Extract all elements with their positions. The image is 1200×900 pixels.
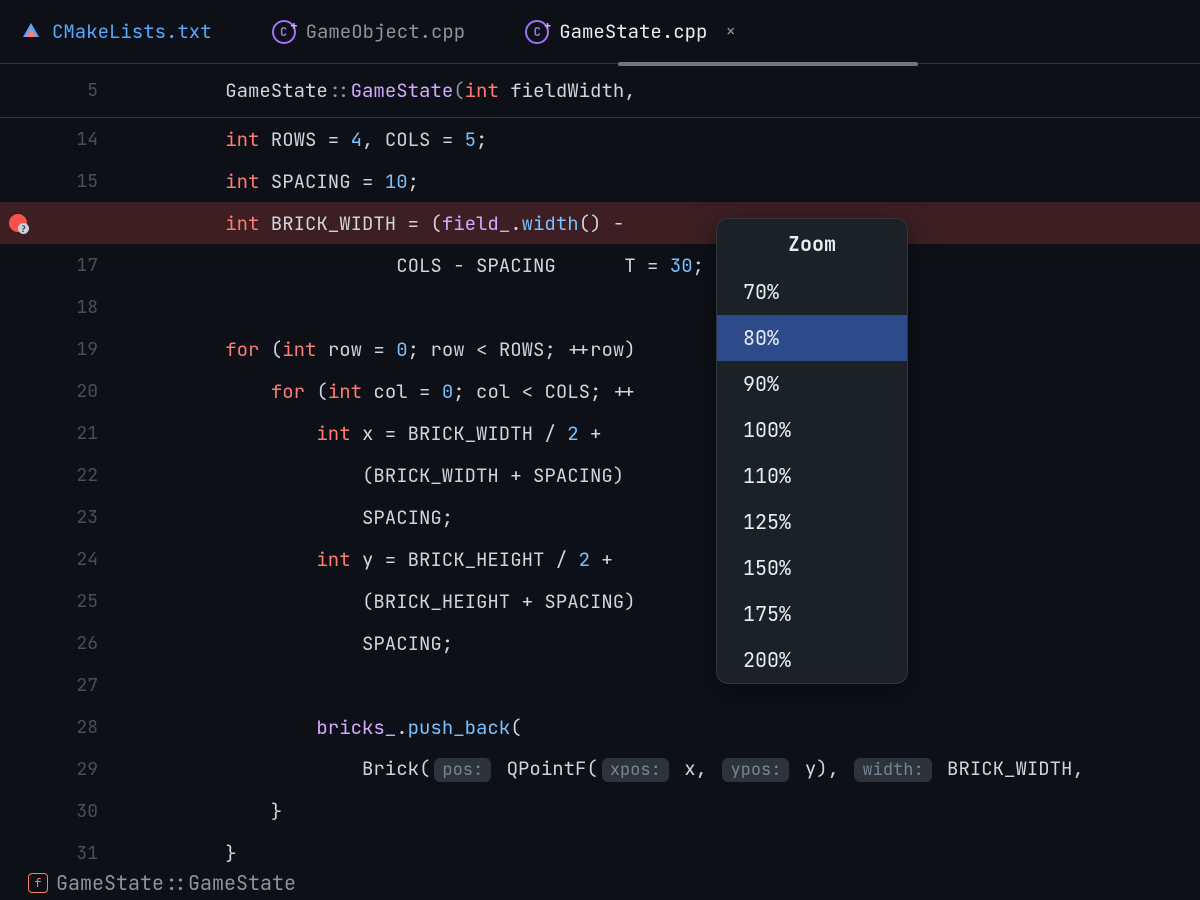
zoom-title: Zoom bbox=[717, 219, 907, 269]
code-line[interactable]: 15 int SPACING = 10; bbox=[0, 160, 1200, 202]
code-line[interactable]: 29 Brick(pos: QPointF(xpos: x, ypos: y),… bbox=[0, 748, 1200, 790]
code-text: Brick(pos: QPointF(xpos: x, ypos: y), wi… bbox=[116, 756, 1084, 782]
code-line[interactable]: 28 bricks_.push_back( bbox=[0, 706, 1200, 748]
inlay-hint: ypos: bbox=[722, 758, 789, 782]
line-number: 21 bbox=[36, 422, 116, 445]
code-text: } bbox=[116, 799, 282, 824]
zoom-option[interactable]: 110% bbox=[717, 453, 907, 499]
inlay-hint: pos: bbox=[434, 758, 491, 782]
code-line[interactable]: 20 for (int col = 0; col < COLS; ++ bbox=[0, 370, 1200, 412]
cpp-icon: C bbox=[525, 20, 549, 44]
line-number: 20 bbox=[36, 380, 116, 403]
line-number: 17 bbox=[36, 254, 116, 277]
line-number: 28 bbox=[36, 716, 116, 739]
line-number: 23 bbox=[36, 506, 116, 529]
zoom-option[interactable]: 80% bbox=[717, 315, 907, 361]
code-text: SPACING; bbox=[116, 505, 453, 530]
code-text: int SPACING = 10; bbox=[116, 169, 419, 194]
active-tab-indicator bbox=[618, 62, 918, 66]
breakpoint-icon[interactable] bbox=[9, 214, 27, 232]
breadcrumb-text: GameState::GameState bbox=[56, 870, 296, 896]
code-line[interactable]: 26 SPACING; bbox=[0, 622, 1200, 664]
line-number: 15 bbox=[36, 170, 116, 193]
code-line[interactable]: 30 } bbox=[0, 790, 1200, 832]
line-number: 29 bbox=[36, 758, 116, 781]
inlay-hint: width: bbox=[854, 758, 931, 782]
line-number: 30 bbox=[36, 800, 116, 823]
tab-label: GameState.cpp bbox=[559, 19, 707, 44]
zoom-option[interactable]: 125% bbox=[717, 499, 907, 545]
tab-label: CMakeLists.txt bbox=[52, 19, 212, 44]
line-number: 5 bbox=[36, 79, 116, 102]
zoom-option[interactable]: 175% bbox=[717, 591, 907, 637]
line-number: 22 bbox=[36, 464, 116, 487]
code-line[interactable]: 18 bbox=[0, 286, 1200, 328]
line-number: 14 bbox=[36, 128, 116, 151]
zoom-option[interactable]: 200% bbox=[717, 637, 907, 683]
code-line[interactable]: 21 int x = BRICK_WIDTH / 2 + bbox=[0, 412, 1200, 454]
close-icon[interactable]: × bbox=[725, 20, 736, 43]
code-line[interactable]: int BRICK_WIDTH = (field_.width() - bbox=[0, 202, 1200, 244]
line-number: 18 bbox=[36, 296, 116, 319]
zoom-option[interactable]: 90% bbox=[717, 361, 907, 407]
function-icon: f bbox=[28, 873, 48, 893]
code-text: for (int row = 0; row < ROWS; ++row) bbox=[116, 337, 636, 362]
sticky-scroll-header[interactable]: 5 GameState::GameState(int fieldWidth, bbox=[0, 64, 1200, 118]
code-line[interactable]: 25 (BRICK_HEIGHT + SPACING) bbox=[0, 580, 1200, 622]
code-text: int ROWS = 4, COLS = 5; bbox=[116, 127, 487, 152]
zoom-option[interactable]: 100% bbox=[717, 407, 907, 453]
code-text: int BRICK_WIDTH = (field_.width() - bbox=[116, 211, 624, 236]
line-number: 31 bbox=[36, 842, 116, 865]
zoom-option[interactable]: 70% bbox=[717, 269, 907, 315]
cmake-icon bbox=[20, 21, 42, 43]
line-number: 24 bbox=[36, 548, 116, 571]
code-text: (BRICK_WIDTH + SPACING) bbox=[116, 463, 624, 488]
code-line[interactable]: 19 for (int row = 0; row < ROWS; ++row) bbox=[0, 328, 1200, 370]
code-text: int x = BRICK_WIDTH / 2 + bbox=[116, 421, 601, 446]
tab-label: GameObject.cpp bbox=[306, 19, 466, 44]
code-line[interactable]: 23 SPACING; bbox=[0, 496, 1200, 538]
code-text: GameState::GameState(int fieldWidth, bbox=[116, 53, 636, 128]
code-line[interactable]: 24 int y = BRICK_HEIGHT / 2 + bbox=[0, 538, 1200, 580]
code-editor[interactable]: 5 GameState::GameState(int fieldWidth, 1… bbox=[0, 64, 1200, 874]
code-line[interactable]: 22 (BRICK_WIDTH + SPACING) bbox=[0, 454, 1200, 496]
line-number: 26 bbox=[36, 632, 116, 655]
code-line[interactable]: 17 COLS - SPACING T = 30; bbox=[0, 244, 1200, 286]
code-text: SPACING; bbox=[116, 631, 453, 656]
code-text: int y = BRICK_HEIGHT / 2 + bbox=[116, 547, 613, 572]
line-number: 27 bbox=[36, 674, 116, 697]
zoom-popup: Zoom 70%80%90%100%110%125%150%175%200% bbox=[716, 218, 908, 684]
code-text: (BRICK_HEIGHT + SPACING) bbox=[116, 589, 636, 614]
cpp-icon: C bbox=[272, 20, 296, 44]
code-text: bricks_.push_back( bbox=[116, 715, 522, 740]
code-text: COLS - SPACING T = 30; bbox=[116, 253, 704, 278]
line-number: 25 bbox=[36, 590, 116, 613]
code-line[interactable]: 14 int ROWS = 4, COLS = 5; bbox=[0, 118, 1200, 160]
code-text: for (int col = 0; col < COLS; ++ bbox=[116, 379, 636, 404]
line-number: 19 bbox=[36, 338, 116, 361]
inlay-hint: xpos: bbox=[602, 758, 669, 782]
code-line[interactable]: 27 bbox=[0, 664, 1200, 706]
zoom-option[interactable]: 150% bbox=[717, 545, 907, 591]
breadcrumb[interactable]: f GameState::GameState bbox=[0, 866, 324, 900]
code-text: } bbox=[116, 841, 237, 866]
